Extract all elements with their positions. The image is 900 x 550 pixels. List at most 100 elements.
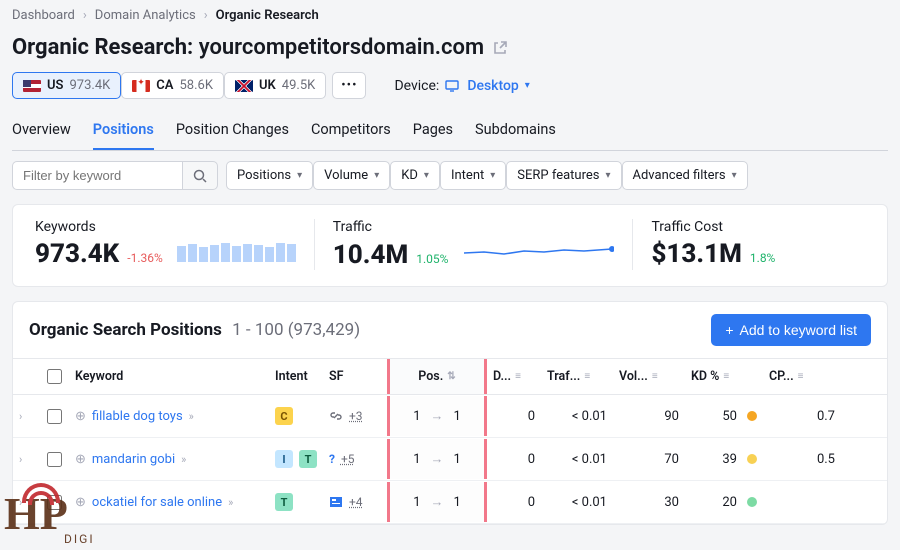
filter-positions[interactable]: Positions ▾: [226, 161, 313, 190]
filter-serp-features[interactable]: SERP features ▾: [506, 161, 621, 190]
col-vol[interactable]: Vol...≡: [613, 359, 685, 394]
col-kd[interactable]: KD %≡: [685, 359, 763, 394]
col-d[interactable]: D...≡: [487, 359, 541, 394]
row-checkbox[interactable]: [47, 452, 62, 467]
filter-kd[interactable]: KD ▾: [390, 161, 440, 190]
metric-traffic-delta: 1.05%: [416, 252, 448, 266]
cell-kd: 20: [685, 483, 763, 522]
row-checkbox[interactable]: [47, 495, 62, 510]
sort-icon: ⇅: [447, 371, 455, 382]
cell-sf[interactable]: +3: [323, 397, 387, 435]
keyword-link[interactable]: fillable dog toys: [92, 409, 183, 424]
metric-keywords-value: 973.4K: [35, 239, 119, 269]
intent-badge-c: C: [275, 407, 293, 425]
tab-positions[interactable]: Positions: [93, 113, 154, 150]
expand-row-icon[interactable]: ›: [19, 453, 22, 466]
country-pill-uk[interactable]: UK49.5K: [224, 72, 326, 99]
kd-dot-icon: [747, 454, 757, 464]
crumb-domain-analytics[interactable]: Domain Analytics: [95, 8, 196, 23]
intent-badge-t: T: [275, 493, 293, 511]
search-button[interactable]: [182, 161, 218, 190]
filter-intent[interactable]: Intent ▾: [440, 161, 506, 190]
add-to-keyword-list-button[interactable]: +Add to keyword list: [711, 314, 871, 346]
chevron-down-icon: ▾: [374, 170, 379, 181]
open-icon[interactable]: »: [181, 453, 186, 466]
crumb-current: Organic Research: [216, 8, 319, 23]
flag-icon: [23, 80, 41, 92]
row-checkbox[interactable]: [47, 409, 62, 424]
tab-overview[interactable]: Overview: [12, 113, 71, 150]
cell-traf: < 0.01: [541, 397, 613, 436]
country-pill-us[interactable]: US973.4K: [12, 72, 121, 99]
metrics-card: Keywords 973.4K -1.36% Traffic 10.4M 1.0…: [12, 204, 888, 287]
open-icon[interactable]: »: [228, 496, 233, 509]
metric-cost-delta: 1.8%: [750, 251, 775, 265]
col-sf[interactable]: SF: [323, 359, 387, 394]
country-pill-ca[interactable]: CA58.6K: [121, 72, 224, 99]
filter-volume[interactable]: Volume ▾: [313, 161, 390, 190]
tab-position-changes[interactable]: Position Changes: [176, 113, 289, 150]
metric-traffic[interactable]: Traffic 10.4M 1.05%: [315, 219, 634, 270]
add-keyword-icon[interactable]: ⊕: [75, 452, 86, 467]
cell-traf: < 0.01: [541, 483, 613, 522]
cell-intent: T: [269, 481, 323, 523]
tabs: Overview Positions Position Changes Competi…: [12, 113, 888, 151]
filter-keyword-input[interactable]: [12, 161, 182, 190]
country-selector: US973.4KCA58.6KUK49.5K ••• Device: Deskt…: [12, 72, 888, 99]
chevron-down-icon: ▾: [732, 170, 737, 181]
col-traf[interactable]: Traf...≡: [541, 359, 613, 394]
kd-dot-icon: [747, 497, 757, 507]
crumb-dashboard[interactable]: Dashboard: [12, 8, 75, 23]
more-countries-button[interactable]: •••: [332, 72, 366, 99]
expand-row-icon[interactable]: ›: [19, 496, 22, 509]
chevron-down-icon: ▾: [297, 170, 302, 181]
col-keyword[interactable]: Keyword: [69, 359, 269, 394]
sparkline-line: [464, 239, 614, 263]
filter-advanced-filters[interactable]: Advanced filters ▾: [622, 161, 748, 190]
metric-cost-label: Traffic Cost: [651, 219, 865, 235]
col-pos[interactable]: Pos. ⇅: [387, 359, 487, 394]
keyword-link[interactable]: mandarin gobi: [92, 452, 175, 467]
cell-intent: I T: [269, 438, 323, 480]
expand-row-icon[interactable]: ›: [19, 410, 22, 423]
keyword-link[interactable]: ockatiel for sale online: [92, 495, 222, 510]
metric-keywords[interactable]: Keywords 973.4K -1.36%: [17, 219, 315, 270]
metric-traffic-cost[interactable]: Traffic Cost $13.1M 1.8%: [633, 219, 883, 270]
metric-keywords-delta: -1.36%: [127, 251, 163, 265]
col-cp[interactable]: CP...≡: [763, 359, 841, 394]
flag-icon: [235, 80, 253, 92]
chevron-down-icon: ▾: [605, 170, 610, 181]
add-keyword-icon[interactable]: ⊕: [75, 409, 86, 424]
col-intent[interactable]: Intent: [269, 359, 323, 394]
sparkline-bars: [177, 240, 296, 262]
intent-badge-i: I: [275, 450, 293, 468]
cell-vol: 30: [613, 483, 685, 522]
cell-traf: < 0.01: [541, 440, 613, 479]
intent-badge-t: T: [299, 450, 317, 468]
metric-traffic-label: Traffic: [333, 219, 615, 235]
open-icon[interactable]: »: [189, 410, 194, 423]
page-title: Organic Research: yourcompetitorsdomain.…: [12, 35, 888, 60]
breadcrumb: Dashboard › Domain Analytics › Organic R…: [12, 8, 888, 23]
cell-sf[interactable]: +4: [323, 483, 387, 521]
device-label: Device:: [394, 78, 439, 94]
tab-subdomains[interactable]: Subdomains: [475, 113, 556, 150]
cell-sf[interactable]: ? +5: [323, 440, 387, 478]
cell-d: 0: [487, 483, 541, 522]
device-dropdown[interactable]: Desktop ▾: [445, 78, 530, 94]
cell-d: 0: [487, 440, 541, 479]
chevron-down-icon: ▾: [490, 170, 495, 181]
metric-cost-value: $13.1M: [651, 239, 741, 269]
tab-competitors[interactable]: Competitors: [311, 113, 391, 150]
add-keyword-icon[interactable]: ⊕: [75, 495, 86, 510]
kd-dot-icon: [747, 411, 757, 421]
cell-kd: 39: [685, 440, 763, 479]
select-all-checkbox[interactable]: [47, 369, 62, 384]
external-link-icon[interactable]: [492, 40, 508, 56]
cell-d: 0: [487, 397, 541, 436]
cell-cp: 0.7: [763, 397, 841, 436]
chevron-right-icon: ›: [83, 8, 87, 23]
cell-kd: 50: [685, 397, 763, 436]
tab-pages[interactable]: Pages: [413, 113, 453, 150]
cell-cp: [763, 490, 841, 514]
